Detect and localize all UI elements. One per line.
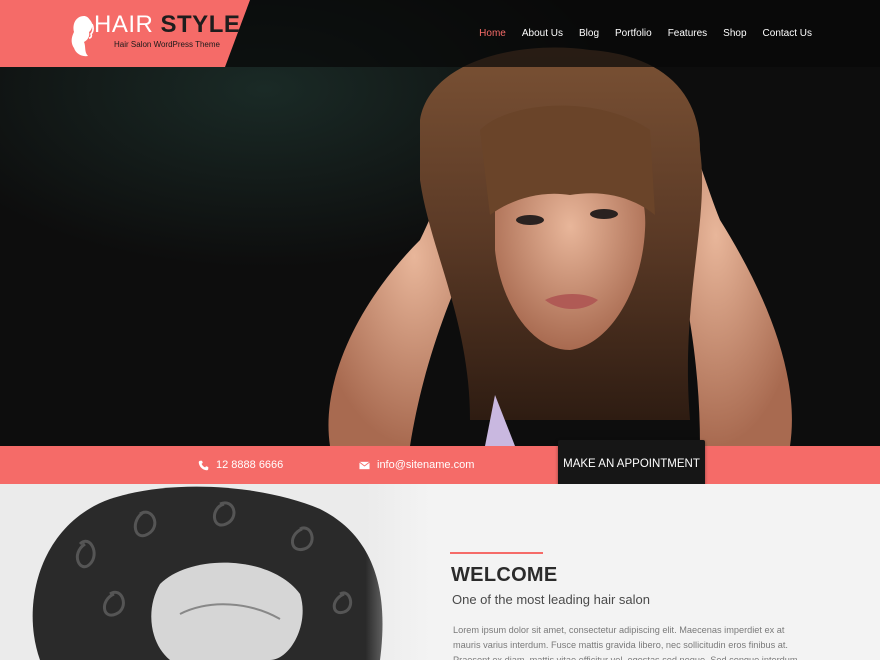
nav-features[interactable]: Features (668, 28, 707, 39)
email-address: info@sitename.com (377, 459, 475, 471)
nav-blog[interactable]: Blog (579, 28, 599, 39)
contact-bar: 12 8888 6666 info@sitename.com (0, 446, 880, 484)
page: HAIR STYLE Hair Salon WordPress Theme Ho… (0, 0, 880, 660)
nav-home[interactable]: Home (479, 28, 506, 39)
curly-hair-model-photo (0, 484, 430, 660)
site-tagline: Hair Salon WordPress Theme (114, 40, 220, 49)
site-title-part1: HAIR (94, 11, 154, 38)
logo[interactable]: HAIR STYLE Hair Salon WordPress Theme (0, 0, 250, 67)
welcome-body-text: Lorem ipsum dolor sit amet, consectetur … (453, 625, 798, 660)
main-navigation: Home About Us Blog Portfolio Features Sh… (463, 28, 812, 39)
site-title: HAIR STYLE (94, 11, 240, 39)
envelope-icon (359, 461, 370, 469)
phone-number: 12 8888 6666 (216, 459, 284, 471)
title-accent-line (450, 552, 543, 554)
nav-contact-us[interactable]: Contact Us (763, 28, 812, 39)
site-header: HAIR STYLE Hair Salon WordPress Theme Ho… (0, 0, 880, 67)
email-contact[interactable]: info@sitename.com (359, 459, 474, 471)
welcome-title: WELCOME (451, 564, 558, 586)
nav-about-us[interactable]: About Us (522, 28, 563, 39)
nav-portfolio[interactable]: Portfolio (615, 28, 652, 39)
welcome-section: WELCOME One of the most leading hair sal… (0, 484, 880, 660)
make-appointment-button[interactable]: MAKE AN APPOINTMENT (558, 440, 705, 488)
phone-icon (198, 460, 209, 470)
welcome-subtitle: One of the most leading hair salon (452, 592, 651, 607)
site-title-part2: STYLE (160, 11, 241, 38)
nav-shop[interactable]: Shop (723, 28, 746, 39)
phone-contact[interactable]: 12 8888 6666 (198, 459, 283, 471)
